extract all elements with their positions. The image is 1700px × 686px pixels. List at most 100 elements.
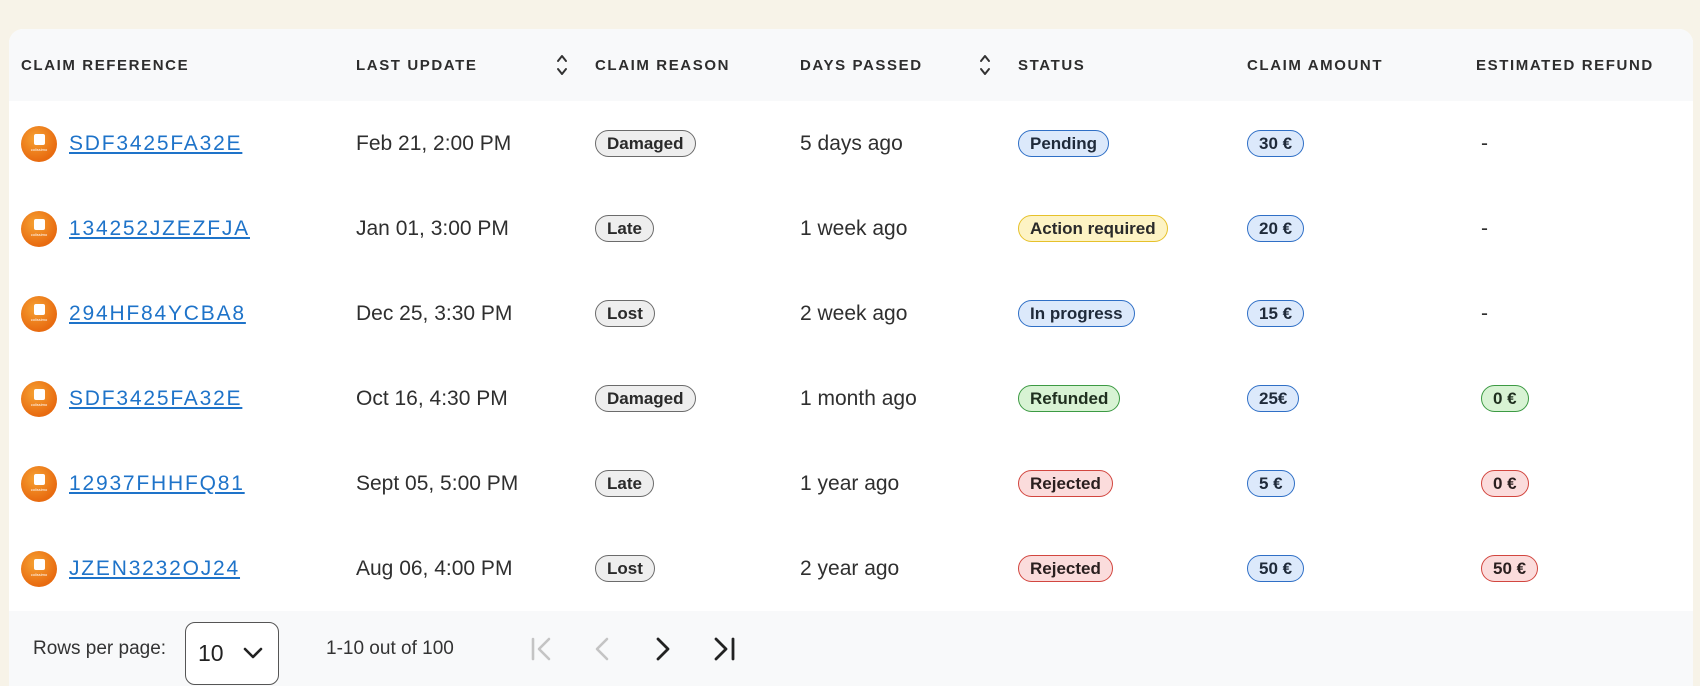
header-claim-amount: CLAIM AMOUNT	[1247, 56, 1384, 74]
estimated-refund-cell: 0 €	[1481, 441, 1529, 526]
claim-reference-cell: colissimo SDF3425FA32E	[21, 101, 242, 186]
days-passed-cell: 1 month ago	[800, 386, 917, 410]
claim-reference-link[interactable]: SDF3425FA32E	[69, 387, 242, 411]
claims-table-card: CLAIM REFERENCE LAST UPDATE CLAIM REASON…	[9, 29, 1693, 686]
days-passed-cell: 1 week ago	[800, 216, 908, 240]
last-update-cell: Oct 16, 4:30 PM	[356, 386, 508, 410]
status-badge: Pending	[1018, 130, 1110, 157]
status-cell: Action required	[1018, 186, 1168, 271]
estimated-refund-cell: 50 €	[1481, 526, 1539, 611]
claim-reference-link[interactable]: JZEN3232OJ24	[69, 557, 240, 581]
estimated-refund-empty: -	[1481, 131, 1488, 155]
status-cell: Rejected	[1018, 526, 1113, 611]
previous-page-button[interactable]	[586, 633, 618, 665]
first-page-button[interactable]	[526, 633, 558, 665]
pagination-bar: Rows per page: 10 1-10 out of 100	[9, 611, 1693, 686]
claim-reason-cell: Damaged	[595, 356, 696, 441]
claim-reason-badge: Damaged	[595, 385, 696, 412]
header-claim-reference: CLAIM REFERENCE	[21, 56, 190, 74]
status-cell: In progress	[1018, 271, 1135, 356]
claim-amount-badge: 5 €	[1247, 470, 1295, 497]
claim-amount-badge: 50 €	[1247, 555, 1305, 582]
last-update-cell: Feb 21, 2:00 PM	[356, 131, 512, 155]
estimated-refund-badge: 0 €	[1481, 470, 1529, 497]
estimated-refund-cell: -	[1481, 271, 1488, 356]
days-passed-cell: 1 year ago	[800, 471, 900, 495]
next-page-button[interactable]	[647, 633, 679, 665]
claim-amount-cell: 30 €	[1247, 101, 1305, 186]
claim-amount-cell: 15 €	[1247, 271, 1305, 356]
status-cell: Pending	[1018, 101, 1110, 186]
status-badge: Refunded	[1018, 385, 1121, 412]
claim-reference-cell: colissimo 294HF84YCBA8	[21, 271, 246, 356]
status-badge: In progress	[1018, 300, 1135, 327]
last-page-button[interactable]	[708, 633, 740, 665]
table-row: colissimo SDF3425FA32E Feb 21, 2:00 PM D…	[9, 101, 1693, 186]
estimated-refund-cell: -	[1481, 186, 1488, 271]
estimated-refund-empty: -	[1481, 301, 1488, 325]
header-claim-reason: CLAIM REASON	[595, 56, 731, 74]
claim-reason-badge: Lost	[595, 300, 655, 327]
rows-per-page-select[interactable]: 10	[185, 622, 279, 685]
last-update-cell: Jan 01, 3:00 PM	[356, 216, 509, 240]
first-page-icon	[531, 637, 551, 661]
status-cell: Refunded	[1018, 356, 1121, 441]
rows-per-page-label: Rows per page:	[33, 637, 167, 659]
header-status: STATUS	[1018, 56, 1086, 74]
claim-reference-link[interactable]: SDF3425FA32E	[69, 132, 242, 156]
last-update-cell: Aug 06, 4:00 PM	[356, 556, 513, 580]
table-row: colissimo 12937FHHFQ81 Sept 05, 5:00 PM …	[9, 441, 1693, 526]
claim-reference-link[interactable]: 294HF84YCBA8	[69, 302, 246, 326]
claim-reference-link[interactable]: 12937FHHFQ81	[69, 472, 245, 496]
claim-reason-cell: Late	[595, 441, 654, 526]
claim-amount-cell: 5 €	[1247, 441, 1295, 526]
claim-amount-badge: 30 €	[1247, 130, 1305, 157]
claim-amount-badge: 25€	[1247, 385, 1300, 412]
claim-reason-badge: Late	[595, 470, 654, 497]
days-passed-cell: 5 days ago	[800, 131, 903, 155]
days-passed-cell: 2 week ago	[800, 301, 908, 325]
estimated-refund-badge: 50 €	[1481, 555, 1539, 582]
sort-days-passed-icon[interactable]	[978, 51, 992, 79]
claim-reference-cell: colissimo SDF3425FA32E	[21, 356, 242, 441]
claim-reference-cell: colissimo JZEN3232OJ24	[21, 526, 240, 611]
days-passed-cell: 2 year ago	[800, 556, 900, 580]
claim-amount-cell: 20 €	[1247, 186, 1305, 271]
chevron-left-icon	[595, 637, 609, 661]
claim-reason-badge: Late	[595, 215, 654, 242]
claim-amount-cell: 25€	[1247, 356, 1300, 441]
claim-reason-cell: Lost	[595, 526, 655, 611]
table-row: colissimo 294HF84YCBA8 Dec 25, 3:30 PM L…	[9, 271, 1693, 356]
estimated-refund-cell: 0 €	[1481, 356, 1529, 441]
status-badge: Action required	[1018, 215, 1168, 242]
colissimo-logo-icon: colissimo	[21, 550, 57, 587]
claim-reason-badge: Damaged	[595, 130, 696, 157]
claim-reason-cell: Damaged	[595, 101, 696, 186]
table-row: colissimo 134252JZEZFJA Jan 01, 3:00 PM …	[9, 186, 1693, 271]
claim-amount-badge: 15 €	[1247, 300, 1305, 327]
pagination-range: 1-10 out of 100	[326, 637, 454, 659]
colissimo-logo-icon: colissimo	[21, 380, 57, 417]
sort-last-update-icon[interactable]	[555, 51, 569, 79]
status-cell: Rejected	[1018, 441, 1113, 526]
colissimo-logo-icon: colissimo	[21, 465, 57, 502]
status-badge: Rejected	[1018, 555, 1113, 582]
claim-reason-cell: Lost	[595, 271, 655, 356]
chevron-down-icon	[243, 647, 263, 659]
header-days-passed[interactable]: DAYS PASSED	[800, 29, 923, 101]
last-update-cell: Sept 05, 5:00 PM	[356, 471, 519, 495]
header-estimated-refund: ESTIMATED REFUND	[1476, 56, 1654, 74]
chevron-right-icon	[656, 637, 670, 661]
header-last-update[interactable]: LAST UPDATE	[356, 29, 478, 101]
colissimo-logo-icon: colissimo	[21, 125, 57, 162]
table-row: colissimo JZEN3232OJ24 Aug 06, 4:00 PM L…	[9, 526, 1693, 611]
table-header: CLAIM REFERENCE LAST UPDATE CLAIM REASON…	[9, 29, 1693, 101]
colissimo-logo-icon: colissimo	[21, 295, 57, 332]
last-update-cell: Dec 25, 3:30 PM	[356, 301, 513, 325]
status-badge: Rejected	[1018, 470, 1113, 497]
claim-reference-cell: colissimo 134252JZEZFJA	[21, 186, 250, 271]
estimated-refund-empty: -	[1481, 216, 1488, 240]
last-page-icon	[714, 637, 735, 661]
rows-per-page-value: 10	[198, 640, 224, 666]
claim-reference-link[interactable]: 134252JZEZFJA	[69, 217, 250, 241]
